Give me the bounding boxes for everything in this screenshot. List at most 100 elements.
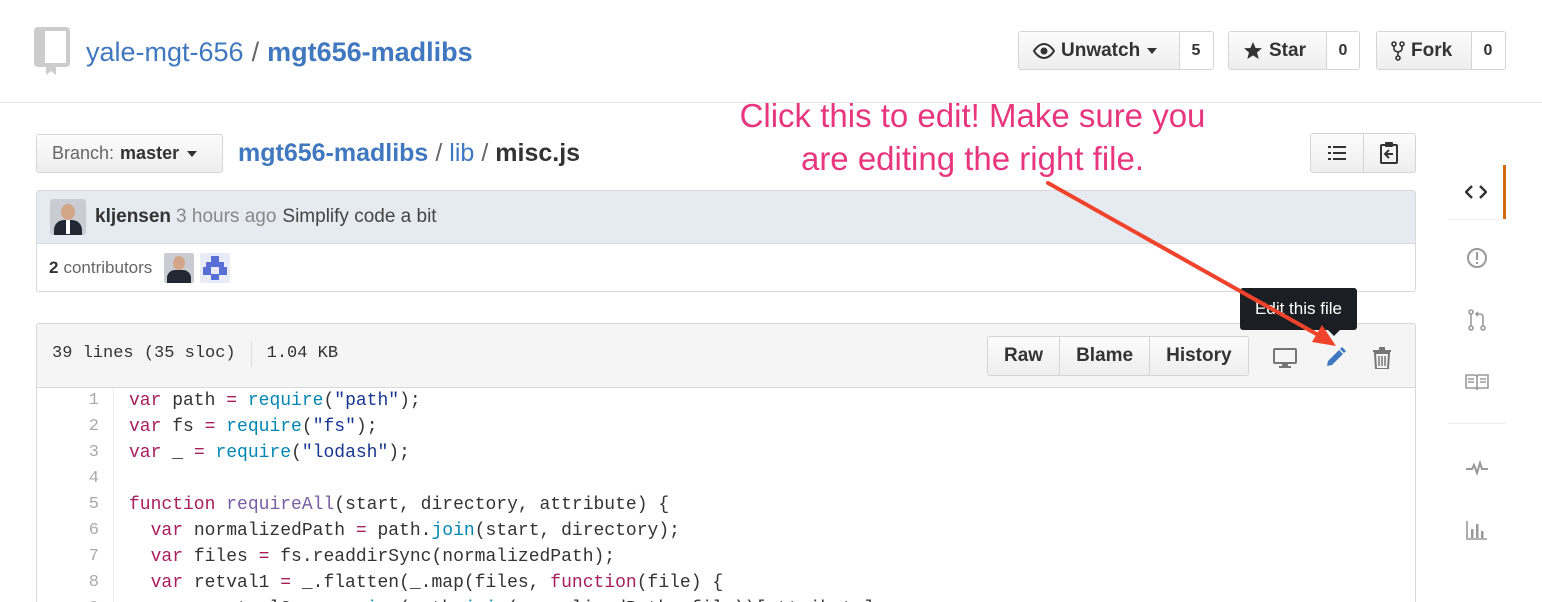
divider	[250, 341, 252, 367]
line-number[interactable]: 1	[37, 388, 114, 414]
chevron-down-icon	[187, 150, 198, 157]
branch-prefix: Branch:	[52, 143, 115, 163]
file-info: 39 lines (35 sloc) 1.04 KB	[52, 341, 339, 367]
repo-title-separator: /	[251, 37, 260, 67]
code-view: 1 var path = require("path"); 2 var fs = r…	[37, 388, 1415, 602]
watch-count[interactable]: 5	[1179, 32, 1212, 69]
code-line: 9 var retval2 = require(path.join(normal…	[37, 596, 1415, 602]
avatar[interactable]	[200, 253, 231, 283]
code-tab[interactable]	[1448, 165, 1506, 219]
repo-sidenav	[1448, 165, 1508, 602]
line-content: var _ = require("lodash");	[129, 443, 410, 463]
repo-header: yale-mgt-656/mgt656-madlibs Unwatch 5 St…	[0, 0, 1542, 103]
line-content: var normalizedPath = path.join(start, di…	[150, 521, 680, 541]
commit-author-link[interactable]: kljensen	[95, 206, 171, 228]
history-button[interactable]: History	[1149, 337, 1248, 375]
line-content	[114, 466, 129, 492]
star-label: Star	[1269, 39, 1306, 61]
code-line: 3 var _ = require("lodash");	[37, 440, 1415, 466]
contributors-row: 2 contributors	[37, 244, 1415, 291]
commit-time: 3 hours ago	[176, 206, 277, 227]
annotation-line-2: are editing the right file.	[800, 140, 1145, 177]
clipboard-icon[interactable]	[1362, 134, 1415, 172]
annotation-line-1: Click this to edit! Make sure you	[739, 97, 1206, 134]
file-viewer: 39 lines (35 sloc) 1.04 KB Raw Blame His…	[36, 323, 1416, 602]
book-icon	[1465, 374, 1489, 391]
line-number[interactable]: 3	[37, 440, 114, 466]
pull-request-icon	[1468, 309, 1486, 331]
star-button[interactable]: Star	[1229, 32, 1326, 69]
star-group: Star 0	[1228, 31, 1360, 70]
wiki-tab[interactable]	[1448, 355, 1506, 409]
avatar[interactable]	[164, 253, 195, 283]
branch-selector[interactable]: Branch: master	[36, 134, 223, 173]
latest-commit: kljensen 3 hours ago Simplify code a bit	[37, 191, 1415, 244]
file-nav-buttons	[1310, 133, 1416, 173]
branch-name: master	[120, 143, 180, 163]
contributors-label[interactable]: contributors	[63, 258, 152, 278]
repo-icon	[34, 27, 70, 75]
repo-owner-link[interactable]: yale-mgt-656	[86, 37, 244, 67]
line-content: var retval2 = require(path.join(normaliz…	[114, 596, 885, 602]
annotation-text: Click this to edit! Make sure you are ed…	[715, 94, 1230, 180]
line-number[interactable]: 8	[37, 570, 114, 596]
code-line: 4	[37, 466, 1415, 492]
pull-requests-tab[interactable]	[1448, 293, 1506, 347]
pulse-icon	[1466, 460, 1488, 476]
blame-button[interactable]: Blame	[1059, 337, 1150, 375]
line-number[interactable]: 6	[37, 518, 114, 544]
file-action-buttons: Raw Blame History	[987, 336, 1249, 376]
breadcrumb-separator: /	[481, 139, 489, 167]
line-content: var retval1 = _.flatten(_.map(files, fun…	[150, 573, 724, 593]
breadcrumb-dir-link[interactable]: lib	[449, 139, 474, 167]
fork-group: Fork 0	[1376, 31, 1506, 70]
line-content: var fs = require("fs");	[129, 417, 378, 437]
code-icon	[1464, 185, 1487, 199]
file-size: 1.04 KB	[266, 344, 339, 363]
chevron-down-icon	[1147, 47, 1158, 54]
star-icon	[1244, 41, 1262, 59]
star-count[interactable]: 0	[1326, 32, 1359, 69]
fork-count[interactable]: 0	[1471, 32, 1504, 69]
fork-icon	[1391, 40, 1405, 61]
issues-tab[interactable]	[1448, 231, 1506, 285]
desktop-icon[interactable]	[1271, 344, 1299, 372]
breadcrumb-file-name: misc.js	[495, 139, 581, 167]
unwatch-label: Unwatch	[1061, 39, 1141, 61]
line-number[interactable]: 9	[37, 596, 114, 602]
contributors-count[interactable]: 2	[49, 258, 58, 278]
code-line: 2 var fs = require("fs");	[37, 414, 1415, 440]
commit-tease: kljensen 3 hours ago Simplify code a bit…	[36, 190, 1416, 292]
fork-button[interactable]: Fork	[1377, 32, 1471, 69]
line-number[interactable]: 5	[37, 492, 114, 518]
avatar[interactable]	[50, 199, 86, 235]
line-content: var files = fs.readdirSync(normalizedPat…	[150, 547, 616, 567]
pulse-tab[interactable]	[1448, 441, 1506, 495]
trash-icon[interactable]	[1368, 344, 1396, 372]
code-line: 1 var path = require("path");	[37, 388, 1415, 414]
repo-title: yale-mgt-656/mgt656-madlibs	[86, 34, 473, 70]
file-line-count: 39 lines (35 sloc)	[52, 344, 236, 363]
code-line: 5 function requireAll(start, directory, a…	[37, 492, 1415, 518]
repo-name-link[interactable]: mgt656-madlibs	[267, 37, 473, 67]
graphs-tab[interactable]	[1448, 503, 1506, 557]
breadcrumb-separator: /	[435, 139, 443, 167]
list-icon[interactable]	[1311, 134, 1363, 172]
pencil-icon[interactable]	[1321, 344, 1349, 372]
line-number[interactable]: 2	[37, 414, 114, 440]
eye-icon	[1033, 42, 1055, 59]
breadcrumb: mgt656-madlibs / lib / misc.js	[238, 136, 580, 170]
breadcrumb-repo-link[interactable]: mgt656-madlibs	[238, 139, 428, 167]
code-line: 6 var normalizedPath = path.join(start, …	[37, 518, 1415, 544]
line-number[interactable]: 4	[37, 466, 114, 492]
line-content: function requireAll(start, directory, at…	[129, 495, 670, 515]
line-content: var path = require("path");	[129, 391, 421, 411]
issue-icon	[1467, 248, 1487, 268]
code-line: 8 var retval1 = _.flatten(_.map(files, f…	[37, 570, 1415, 596]
line-number[interactable]: 7	[37, 544, 114, 570]
file-header: 39 lines (35 sloc) 1.04 KB Raw Blame His…	[37, 324, 1415, 388]
raw-button[interactable]: Raw	[988, 337, 1060, 375]
commit-message-link[interactable]: Simplify code a bit	[282, 206, 436, 228]
graph-icon	[1466, 521, 1487, 540]
unwatch-button[interactable]: Unwatch	[1019, 32, 1179, 69]
